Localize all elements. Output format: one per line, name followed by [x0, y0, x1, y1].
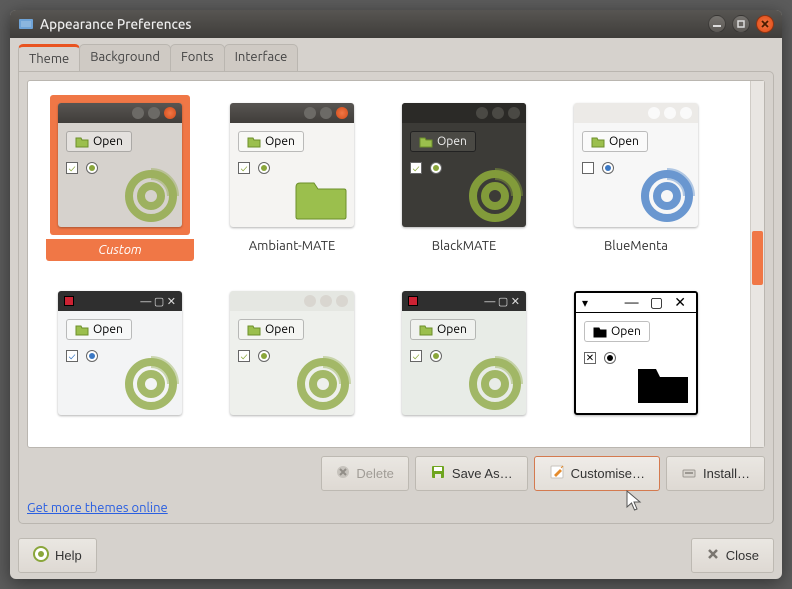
checkbox-preview: ✓ [66, 162, 78, 174]
appearance-icon [18, 16, 34, 32]
appearance-preferences-window: Appearance Preferences Theme Background … [10, 10, 782, 579]
dialog-footer: Help Close [10, 532, 782, 579]
theme-item-Ambiant-MATE[interactable]: Open ✓ Ambiant-MATE [218, 95, 366, 261]
folder-icon [636, 363, 690, 407]
edit-icon [549, 464, 565, 483]
folder-icon [294, 177, 348, 221]
theme-tab-page: Open ✓ Custom [18, 71, 774, 524]
theme-gallery-frame: Open ✓ Custom [27, 80, 765, 448]
delete-icon [336, 465, 350, 482]
theme-thumbnail: Open [566, 95, 706, 235]
theme-thumbnail: Open ✓ [222, 95, 362, 235]
folder-icon [419, 324, 433, 336]
folder-icon [591, 136, 605, 148]
open-button-preview: Open [584, 321, 650, 342]
radio-preview [86, 162, 98, 174]
drive-icon [681, 464, 697, 483]
radio-preview [430, 162, 442, 174]
tab-interface[interactable]: Interface [224, 44, 299, 71]
theme-item-BlackMATE[interactable]: Open ✓ BlackMATE [390, 95, 538, 261]
theme-thumbnail: ▾— ▢ ✕ Open ✕ [566, 283, 706, 423]
theme-item-row4[interactable]: — ▢ ✕ Open ✓ [46, 283, 194, 427]
folder-icon [75, 136, 89, 148]
folder-icon [593, 326, 607, 338]
swirl-icon [466, 167, 524, 225]
customise-button[interactable]: Customise… [534, 456, 660, 491]
radio-preview [430, 350, 442, 362]
folder-icon [75, 324, 89, 336]
swirl-icon [294, 355, 352, 413]
swirl-icon [638, 167, 696, 225]
theme-thumbnail: — ▢ ✕ Open ✓ [394, 283, 534, 423]
window-minimize-button[interactable] [708, 15, 726, 33]
radio-preview [258, 162, 270, 174]
close-icon [706, 547, 720, 564]
open-button-preview: Open [410, 319, 476, 340]
checkbox-preview [582, 162, 594, 174]
swirl-icon [122, 355, 180, 413]
folder-icon [247, 324, 261, 336]
theme-label: BlackMATE [432, 239, 497, 253]
tab-theme[interactable]: Theme [18, 44, 80, 71]
theme-item-BlueMenta[interactable]: Open BlueMenta [562, 95, 710, 261]
gallery-scrollbar[interactable] [750, 81, 764, 447]
checkbox-preview: ✓ [238, 162, 250, 174]
tab-background[interactable]: Background [79, 44, 171, 71]
theme-thumbnail: Open ✓ [50, 95, 190, 235]
titlebar[interactable]: Appearance Preferences [10, 10, 782, 38]
folder-icon [419, 136, 433, 148]
theme-thumbnail: — ▢ ✕ Open ✓ [50, 283, 190, 423]
help-button[interactable]: Help [18, 538, 97, 573]
theme-item-row5[interactable]: Open ✓ [218, 283, 366, 427]
window-title: Appearance Preferences [40, 16, 192, 32]
client-area: Theme Background Fonts Interface Open ✓ [10, 38, 782, 532]
theme-gallery[interactable]: Open ✓ Custom [28, 81, 750, 447]
theme-label: Custom [46, 239, 194, 261]
open-button-preview: Open [410, 131, 476, 152]
swirl-icon [122, 167, 180, 225]
theme-thumbnail: Open ✓ [394, 95, 534, 235]
tab-fonts[interactable]: Fonts [170, 44, 225, 71]
open-button-preview: Open [238, 319, 304, 340]
swirl-icon [466, 355, 524, 413]
open-button-preview: Open [66, 131, 132, 152]
help-icon [33, 546, 49, 565]
window-maximize-button[interactable] [732, 15, 750, 33]
theme-label: Ambiant-MATE [249, 239, 336, 253]
install-button[interactable]: Install… [666, 456, 765, 491]
window-close-button[interactable] [756, 15, 774, 33]
folder-icon [247, 136, 261, 148]
tab-bar: Theme Background Fonts Interface [18, 44, 774, 71]
radio-preview [602, 162, 614, 174]
checkbox-preview: ✓ [66, 350, 78, 362]
get-more-themes-link[interactable]: Get more themes online [27, 501, 765, 515]
scrollbar-thumb[interactable] [752, 231, 763, 285]
radio-preview [258, 350, 270, 362]
save-as-button[interactable]: Save As… [415, 456, 528, 491]
theme-item-row6[interactable]: — ▢ ✕ Open ✓ [390, 283, 538, 427]
theme-item-row7[interactable]: ▾— ▢ ✕ Open ✕ [562, 283, 710, 427]
theme-thumbnail: Open ✓ [222, 283, 362, 423]
open-button-preview: Open [66, 319, 132, 340]
checkbox-preview: ✕ [584, 352, 596, 364]
open-button-preview: Open [582, 131, 648, 152]
save-icon [430, 464, 446, 483]
delete-button: Delete [321, 456, 409, 491]
close-button[interactable]: Close [691, 538, 774, 573]
theme-item-Custom[interactable]: Open ✓ Custom [46, 95, 194, 261]
checkbox-preview: ✓ [410, 162, 422, 174]
open-button-preview: Open [238, 131, 304, 152]
theme-label: BlueMenta [604, 239, 668, 253]
checkbox-preview: ✓ [410, 350, 422, 362]
radio-preview [86, 350, 98, 362]
checkbox-preview: ✓ [238, 350, 250, 362]
radio-preview [604, 352, 616, 364]
